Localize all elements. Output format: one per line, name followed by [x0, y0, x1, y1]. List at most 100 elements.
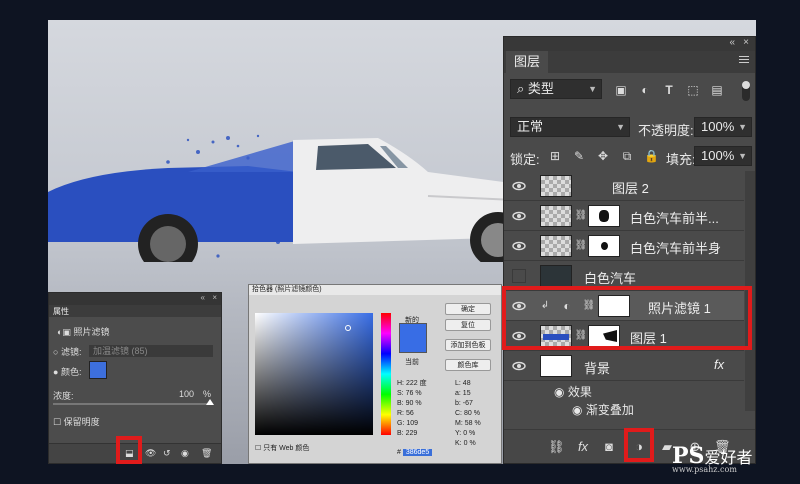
visibility-off-box[interactable]: [512, 269, 526, 283]
field-row[interactable]: B: 90 %: [397, 399, 427, 409]
chevron-down-icon: ▼: [738, 122, 747, 132]
field-row[interactable]: R: 56: [397, 409, 427, 419]
filter-select[interactable]: 加温滤镜 (85): [89, 345, 213, 357]
layer-row[interactable]: ⛓ 白色汽车前半...: [504, 201, 744, 231]
layer-row[interactable]: 图层 2: [504, 171, 744, 201]
layer-mask-thumbnail[interactable]: [588, 235, 620, 257]
collapse-icon[interactable]: «: [201, 293, 205, 302]
filter-kind-select[interactable]: ⌕ 类型 ▼: [510, 79, 602, 99]
field-row[interactable]: C: 80 %: [455, 409, 481, 419]
color-option[interactable]: ● 颜色:: [53, 365, 81, 378]
field-row[interactable]: L: 48: [455, 379, 481, 389]
chain-link-icon[interactable]: ⛓: [574, 239, 588, 253]
collapse-icon[interactable]: «: [729, 37, 735, 48]
filter-option[interactable]: ○ 滤镜:: [53, 345, 81, 358]
color-field[interactable]: [255, 313, 373, 435]
field-row[interactable]: B: 229: [397, 429, 427, 439]
car-image: [48, 134, 560, 262]
layer-mask-thumbnail[interactable]: [588, 205, 620, 227]
shape-filter-icon[interactable]: ⬚: [686, 83, 700, 97]
lock-label: 锁定:: [510, 152, 540, 167]
close-icon[interactable]: ×: [743, 37, 749, 48]
tab-layers[interactable]: 图层: [506, 51, 549, 73]
chain-link-icon[interactable]: ⛓: [574, 209, 588, 223]
filter-toggle[interactable]: [742, 81, 750, 101]
properties-header: ◐▣ 照片滤镜: [57, 327, 110, 337]
color-cursor-icon[interactable]: [345, 325, 351, 331]
lock-position-move-icon[interactable]: ✥: [596, 149, 610, 163]
layer-name: 白色汽车前半身: [630, 241, 722, 256]
panel-menu-icon[interactable]: [739, 56, 749, 66]
add-style-icon[interactable]: fx: [576, 440, 590, 454]
layer-thumbnail: [540, 235, 572, 257]
slider-thumb-icon[interactable]: [206, 399, 214, 405]
layer-row[interactable]: ⛓ 白色汽车前半身: [504, 231, 744, 261]
eye-icon[interactable]: [512, 359, 526, 373]
field-row[interactable]: b: -67: [455, 399, 481, 409]
adjustment-layer-icon: ◐▣: [57, 327, 74, 337]
hue-slider[interactable]: [381, 313, 391, 435]
web-colors-checkbox[interactable]: ☐ 只有 Web 颜色: [255, 443, 309, 453]
field-row[interactable]: K: 0 %: [455, 439, 481, 449]
eye-icon[interactable]: ◉: [554, 385, 568, 399]
eye-icon[interactable]: ◉: [572, 403, 586, 417]
layers-panel: « × 图层 ⌕ 类型 ▼ ▣ ◐ T ⬚ ▤ 正常 ▼ 不透明度: 100% …: [503, 36, 756, 464]
layer-name: 白色汽车前半...: [630, 211, 719, 226]
layer-thumbnail: [540, 175, 572, 197]
reset-button[interactable]: 复位: [445, 319, 491, 331]
color-swatch[interactable]: [89, 361, 107, 379]
reset-icon[interactable]: ↺: [163, 448, 171, 459]
fx-indicator-icon[interactable]: fx: [714, 357, 724, 372]
chevron-down-icon: ▼: [616, 122, 625, 132]
opacity-label: 不透明度:: [638, 123, 694, 138]
trash-icon[interactable]: 🗑: [201, 448, 212, 459]
close-icon[interactable]: ×: [212, 293, 217, 302]
opacity-input[interactable]: 100% ▼: [694, 117, 752, 137]
lab-cmyk-fields: L: 48 a: 15 b: -67 C: 80 % M: 58 % Y: 0 …: [455, 379, 481, 449]
effects-row[interactable]: ◉ 效果: [554, 383, 592, 400]
view-previous-icon[interactable]: 👁: [145, 448, 156, 459]
ok-button[interactable]: 确定: [445, 303, 491, 315]
lock-all-icon[interactable]: 🔒: [644, 149, 659, 163]
color-picker-dialog: 拾色器 (照片滤镜颜色) 新的 当前 确定 复位 添加到色板 颜色库 H: 22…: [248, 284, 502, 464]
effect-item-row[interactable]: ◉ 渐变叠加: [572, 401, 634, 418]
density-unit: %: [203, 389, 212, 399]
dialog-title: 拾色器 (照片滤镜颜色): [249, 285, 501, 295]
field-row[interactable]: a: 15: [455, 389, 481, 399]
adjustment-filter-icon[interactable]: ◐: [638, 83, 652, 97]
add-mask-icon[interactable]: ◙: [602, 440, 616, 454]
eye-icon[interactable]: [512, 209, 526, 223]
lock-pixels-brush-icon[interactable]: ✎: [572, 149, 586, 163]
color-libraries-button[interactable]: 颜色库: [445, 359, 491, 371]
add-to-swatches-button[interactable]: 添加到色板: [445, 339, 491, 351]
field-row[interactable]: Y: 0 %: [455, 429, 481, 439]
fill-input[interactable]: 100% ▼: [694, 146, 752, 166]
eye-icon[interactable]: [512, 179, 526, 193]
highlight-box: [624, 428, 654, 462]
field-row[interactable]: S: 76 %: [397, 389, 427, 399]
chevron-down-icon: ▼: [588, 84, 597, 94]
lock-transparency-icon[interactable]: ⊞: [548, 149, 562, 163]
smart-object-filter-icon[interactable]: ▤: [710, 83, 724, 97]
search-icon: ⌕: [517, 81, 528, 96]
highlight-box: [116, 436, 142, 464]
field-row[interactable]: M: 58 %: [455, 419, 481, 429]
type-filter-icon[interactable]: T: [662, 83, 676, 97]
hsb-rgb-fields: H: 222 度 S: 76 % B: 90 % R: 56 G: 109 B:…: [397, 379, 427, 439]
preserve-luminosity-checkbox[interactable]: ☐ 保留明度: [53, 415, 100, 428]
lock-artboard-icon[interactable]: ⧉: [620, 149, 634, 163]
eye-icon[interactable]: [512, 239, 526, 253]
pixel-filter-icon[interactable]: ▣: [614, 83, 628, 97]
blend-mode-select[interactable]: 正常 ▼: [510, 117, 630, 137]
panel-titlebar: « ×: [504, 37, 755, 51]
hex-field[interactable]: # 386de5: [397, 449, 433, 456]
density-value[interactable]: 100: [179, 389, 194, 399]
layer-row[interactable]: 背景 fx: [504, 351, 744, 381]
density-slider[interactable]: [53, 399, 214, 405]
field-row[interactable]: H: 222 度: [397, 379, 427, 389]
visibility-icon[interactable]: ◉: [181, 448, 189, 459]
tab-properties[interactable]: 属性: [53, 306, 69, 317]
link-layers-icon[interactable]: ⛓: [548, 440, 565, 454]
field-row[interactable]: G: 109: [397, 419, 427, 429]
highlight-box: [502, 286, 752, 350]
